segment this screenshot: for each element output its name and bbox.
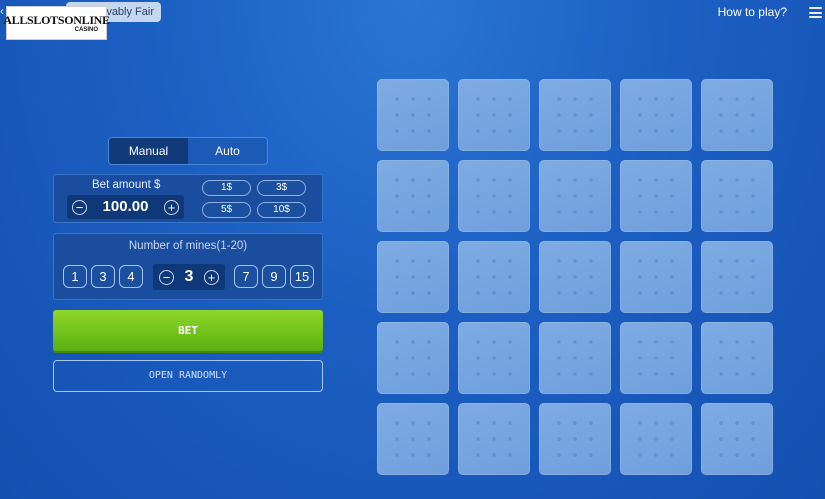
bet-button[interactable]: BET (53, 310, 323, 351)
mines-board (377, 79, 773, 475)
board-tile[interactable] (377, 241, 449, 313)
bet-amount-panel: Bet amount $ − 100.00 + 1$ 3$ 5$ 10$ (53, 174, 323, 223)
mines-preset-7[interactable]: 7 (234, 265, 258, 288)
mode-toggle: Manual Auto (108, 137, 268, 165)
tab-manual[interactable]: Manual (109, 138, 188, 164)
board-tile[interactable] (377, 79, 449, 151)
board-tile[interactable] (539, 160, 611, 232)
increase-bet-button[interactable]: + (164, 199, 179, 215)
mines-label: Number of mines(1-20) (128, 240, 248, 252)
board-tile[interactable] (620, 160, 692, 232)
mines-stepper: − 3 + (153, 264, 225, 290)
mines-panel: Number of mines(1-20) 1 3 4 − 3 + 7 9 15 (53, 233, 323, 300)
bet-amount-label: Bet amount $ (92, 179, 161, 191)
board-tile[interactable] (620, 79, 692, 151)
board-tile[interactable] (701, 160, 773, 232)
bet-chip-10[interactable]: 10$ (257, 202, 306, 218)
hamburger-menu-icon[interactable] (809, 7, 822, 18)
board-tile[interactable] (539, 322, 611, 394)
board-tile[interactable] (539, 79, 611, 151)
mines-preset-15[interactable]: 15 (290, 265, 314, 288)
board-tile[interactable] (620, 322, 692, 394)
board-tile[interactable] (701, 322, 773, 394)
provably-fair-label: vably Fair (106, 6, 154, 18)
board-tile[interactable] (458, 160, 530, 232)
board-tile[interactable] (620, 241, 692, 313)
board-tile[interactable] (539, 403, 611, 475)
increase-mines-button[interactable]: + (204, 269, 219, 285)
board-tile[interactable] (539, 241, 611, 313)
board-tile[interactable] (701, 403, 773, 475)
open-randomly-button[interactable]: OPEN RANDOMLY (53, 360, 323, 392)
site-logo: ALLSLOTSONLINE CASINO (3, 6, 110, 40)
board-tile[interactable] (377, 160, 449, 232)
board-tile[interactable] (701, 241, 773, 313)
bet-chip-5[interactable]: 5$ (202, 202, 251, 218)
mines-preset-1[interactable]: 1 (63, 265, 87, 288)
board-tile[interactable] (701, 79, 773, 151)
board-tile[interactable] (458, 241, 530, 313)
board-tile[interactable] (377, 403, 449, 475)
board-tile[interactable] (377, 322, 449, 394)
board-tile[interactable] (458, 403, 530, 475)
board-tile[interactable] (458, 322, 530, 394)
mines-preset-3[interactable]: 3 (91, 265, 115, 288)
bet-chip-1[interactable]: 1$ (202, 180, 251, 196)
how-to-play-link[interactable]: How to play? (718, 5, 787, 19)
board-tile[interactable] (458, 79, 530, 151)
mines-preset-9[interactable]: 9 (262, 265, 286, 288)
board-tile[interactable] (620, 403, 692, 475)
bet-amount-stepper: − 100.00 + (67, 195, 184, 219)
mines-preset-4[interactable]: 4 (119, 265, 143, 288)
tab-auto[interactable]: Auto (188, 138, 267, 164)
logo-text: ALLSLOTSONLINE (3, 12, 110, 27)
bet-chip-3[interactable]: 3$ (257, 180, 306, 196)
logo-subtext: CASINO (74, 26, 98, 33)
